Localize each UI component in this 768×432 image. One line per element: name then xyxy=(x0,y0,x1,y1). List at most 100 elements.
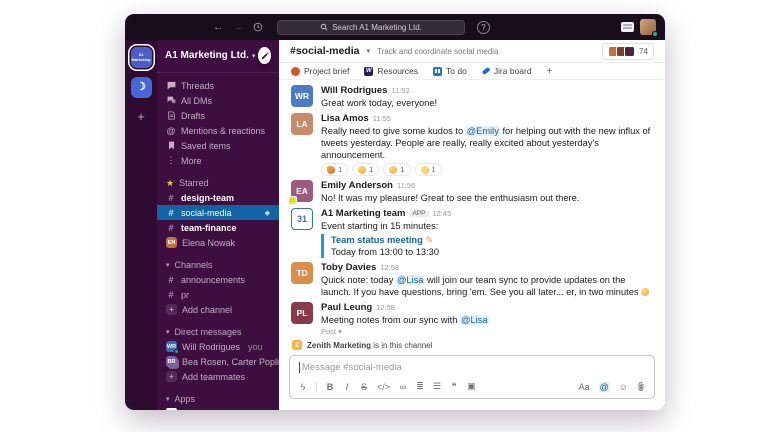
sidebar-item-bea-rosen-carter-poplin-[interactable]: BRBea Rosen, Carter Poplin... xyxy=(157,354,279,369)
blockquote-icon[interactable]: ❝ xyxy=(450,381,458,392)
compose-button[interactable] xyxy=(258,47,271,64)
format-toggle-icon[interactable]: Aa xyxy=(579,382,590,392)
sidebar-item-drafts[interactable]: Drafts xyxy=(157,108,279,123)
mention-link[interactable]: @Lisa xyxy=(460,315,489,325)
message-timestamp[interactable]: 11:55 xyxy=(373,114,391,123)
reaction-heart-eyes[interactable]: 1 xyxy=(415,163,442,176)
slack-window: ← → Search A1 Marketing Ltd. ? A1 Market… xyxy=(125,14,665,410)
member-count-button[interactable]: 74 xyxy=(602,43,654,60)
mention-link[interactable]: @Lisa xyxy=(396,275,425,285)
workspace-switcher[interactable]: A1 Marketing Ltd. ▾ xyxy=(157,40,279,73)
history-back-button[interactable]: ← xyxy=(213,22,223,33)
message-author[interactable]: Paul Leung xyxy=(321,302,372,313)
chevron-down-icon: ▾ xyxy=(252,52,256,60)
reaction-high-five[interactable]: 1 xyxy=(352,163,379,176)
sidebar-item-saved-items[interactable]: Saved items xyxy=(157,138,279,153)
sidebar-item-threads[interactable]: Threads xyxy=(157,78,279,93)
message-author[interactable]: Emily Anderson xyxy=(321,180,393,191)
search-input[interactable]: Search A1 Marketing Ltd. xyxy=(277,20,465,35)
attach-icon[interactable] xyxy=(637,381,645,392)
channel-design-team[interactable]: #design-team xyxy=(157,190,279,205)
bookmark-resources[interactable]: WResources xyxy=(364,66,418,76)
bookmark-to-do[interactable]: To do xyxy=(433,66,467,76)
bookmarks-bar: Project brief WResources To do Jira board + xyxy=(279,63,665,80)
sidebar-item-label: Saved items xyxy=(181,141,231,151)
ordered-list-icon[interactable]: ≣ xyxy=(416,381,424,392)
section-header-starred[interactable]: ★Starred xyxy=(157,176,279,190)
reaction-count: 1 xyxy=(432,165,436,174)
sidebar-item-elena-nowak[interactable]: ENElena Nowak xyxy=(157,235,279,250)
message-timestamp[interactable]: 11:52 xyxy=(391,86,409,95)
bullet-list-icon[interactable]: ☰ xyxy=(433,381,441,392)
message-content: Will Rodrigues11:52Great work today, eve… xyxy=(321,85,653,109)
message-input[interactable]: Message #social-media xyxy=(290,356,654,377)
sidebar-item-google-calendar[interactable]: 31Google Calendar xyxy=(157,406,279,410)
message-author[interactable]: A1 Marketing team xyxy=(321,208,405,219)
section-header-dms[interactable]: ▾Direct messages xyxy=(157,325,279,339)
sidebar: A1 Marketing Ltd. ▾ ThreadsAll DMsDrafts… xyxy=(157,40,279,410)
message-timestamp[interactable]: 11:56 xyxy=(397,181,415,190)
section-header-apps[interactable]: ▾Apps xyxy=(157,392,279,406)
mention-icon[interactable]: @ xyxy=(599,382,610,392)
message-timestamp[interactable]: 12:45 xyxy=(433,209,452,218)
sidebar-item-more[interactable]: ⋮More xyxy=(157,153,279,168)
user-avatar[interactable] xyxy=(640,19,656,35)
post-type-label[interactable]: Post ▾ xyxy=(321,327,653,336)
channel-topic[interactable]: Track and coordinate social media xyxy=(377,47,499,56)
sidebar-item-all-dms[interactable]: All DMs xyxy=(157,93,279,108)
message-composer[interactable]: Message #social-media ϟ BIS </> ∞ ≣ ☰ ❝ ▣ Aa @ ☺ xyxy=(289,355,655,399)
help-button[interactable]: ? xyxy=(477,21,490,34)
strikethrough-icon[interactable]: S xyxy=(360,382,368,392)
sidebar-item-will-rodrigues[interactable]: WRWill Rodriguesyou xyxy=(157,339,279,354)
jira-pen-icon xyxy=(482,67,490,75)
reaction-count: 1 xyxy=(369,165,373,174)
sidebar-item-mentions-reactions[interactable]: @Mentions & reactions xyxy=(157,123,279,138)
section-header-channels[interactable]: ▾Channels xyxy=(157,258,279,272)
reaction-party[interactable]: 1 xyxy=(321,163,348,176)
sidebar-item-add-channel[interactable]: +Add channel xyxy=(157,302,279,317)
message-header: Will Rodrigues 11:52 xyxy=(321,85,653,97)
workspace-tile-2[interactable]: ☽ xyxy=(131,77,152,98)
message-author[interactable]: Will Rodrigues xyxy=(321,85,387,96)
member-avatar xyxy=(624,46,635,57)
add-bookmark-button[interactable]: + xyxy=(547,66,553,77)
link-icon[interactable]: ∞ xyxy=(399,382,407,392)
shortcuts-icon[interactable]: ϟ xyxy=(299,382,307,392)
code-block-icon[interactable]: ▣ xyxy=(467,381,476,392)
history-forward-button[interactable]: → xyxy=(233,22,243,33)
avatar: WR xyxy=(166,341,177,352)
avatar: EN xyxy=(166,237,177,248)
hash-icon: # xyxy=(166,193,176,203)
sweat-smile-emoji-icon xyxy=(641,288,649,296)
channel-team-finance[interactable]: #team-finance xyxy=(157,220,279,235)
bookmark-label: Jira board xyxy=(494,66,532,76)
section-starred: ★Starred#design-team#social-media◈#team-… xyxy=(157,176,279,250)
event-title-link[interactable]: Team status meeting ✎ xyxy=(331,234,653,246)
reaction-clap[interactable]: 1 xyxy=(383,163,410,176)
bookmark-project-brief[interactable]: Project brief xyxy=(291,66,349,76)
bookmark-jira-board[interactable]: Jira board xyxy=(482,66,532,76)
italic-icon[interactable]: I xyxy=(343,382,351,392)
message-author[interactable]: Toby Davies xyxy=(321,262,376,273)
history-clock-icon[interactable] xyxy=(253,22,263,32)
add-workspace-button[interactable]: + xyxy=(137,109,145,124)
message-timestamp[interactable]: 12:58 xyxy=(380,263,399,272)
message-text: Quick note: today @Lisa will join our te… xyxy=(321,274,653,298)
bold-icon[interactable]: B xyxy=(326,382,334,392)
channel-pr[interactable]: #pr xyxy=(157,287,279,302)
emoji-icon[interactable]: ☺ xyxy=(619,382,628,392)
message-row: TDToby Davies12:58Quick note: today @Lis… xyxy=(291,262,653,298)
connect-icon: ◈ xyxy=(265,209,270,217)
channel-announcements[interactable]: #announcements xyxy=(157,272,279,287)
sidebar-item-add-teammates[interactable]: +Add teammates xyxy=(157,369,279,384)
message-timestamp[interactable]: 12:58 xyxy=(376,303,395,312)
mention-link[interactable]: @Emily xyxy=(466,126,500,136)
workspace-tile-1[interactable]: A1 Marketing xyxy=(131,47,152,68)
code-icon[interactable]: </> xyxy=(377,382,390,392)
message-row: LALisa Amos11:55Really need to give some… xyxy=(291,113,653,176)
channel-social-media[interactable]: #social-media◈ xyxy=(157,205,279,220)
message-author[interactable]: Lisa Amos xyxy=(321,113,369,124)
saved-icon xyxy=(166,141,176,150)
message-content: Paul Leung12:58Meeting notes from our sy… xyxy=(321,302,653,338)
channel-title[interactable]: #social-media xyxy=(290,45,359,57)
